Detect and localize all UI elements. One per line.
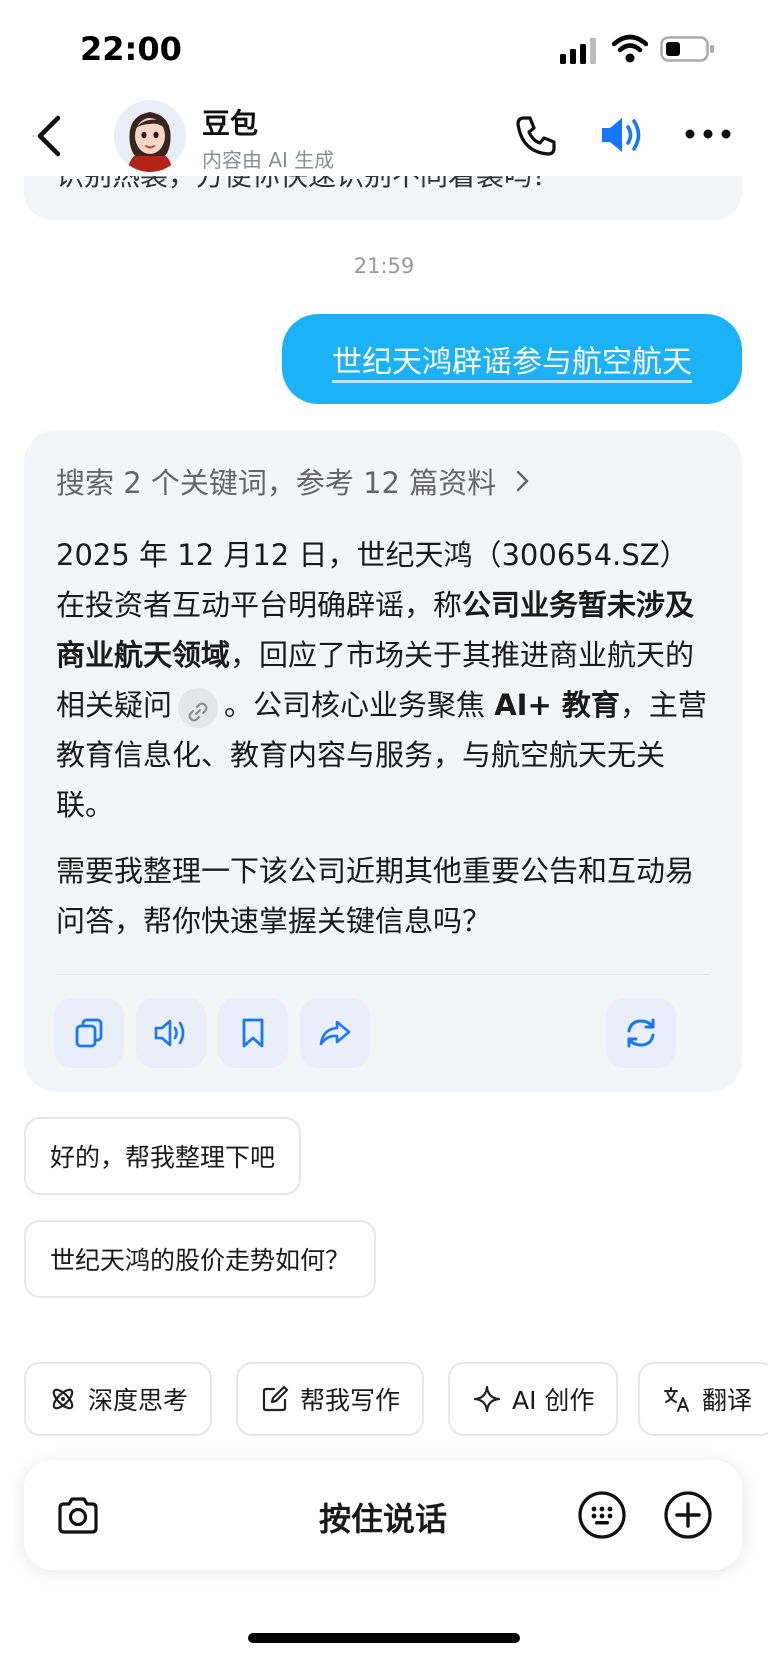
copy-icon	[75, 1018, 103, 1048]
citation-link-icon[interactable]	[178, 688, 219, 728]
reply-paragraph-2: 需要我整理一下该公司近期其他重要公告和互动易问答，帮你快速掌握关键信息吗？	[56, 854, 695, 938]
reply-text-segment: 。公司核心业务聚焦	[224, 688, 495, 722]
reply-bold-segment: AI+ 教育	[494, 688, 620, 722]
translate-icon	[664, 1387, 689, 1412]
ai-reply-card: 搜索 2 个关键词，参考 12 篇资料 2025 年 12 月12 日，世纪天鸿…	[24, 430, 742, 1092]
status-bar: 22:00	[0, 0, 768, 96]
chevron-right-icon	[517, 470, 529, 492]
bookmark-icon	[242, 1018, 264, 1048]
input-bar: 按住说话	[24, 1460, 742, 1570]
read-aloud-button[interactable]	[136, 998, 206, 1068]
ai-generated-notice: 内容由 AI 生成	[202, 148, 335, 172]
search-sources-link[interactable]: 搜索 2 个关键词，参考 12 篇资料	[56, 460, 531, 502]
avatar[interactable]	[114, 100, 186, 172]
regenerate-button[interactable]	[606, 998, 676, 1068]
suggestion-2[interactable]: 世纪天鸿的股价走势如何？	[24, 1220, 377, 1298]
user-message-bubble[interactable]: 世纪天鸿辟谣参与航空航天	[282, 314, 742, 404]
hold-to-talk-button[interactable]: 按住说话	[24, 1494, 742, 1540]
chip-label: 深度思考	[88, 1386, 189, 1415]
bookmark-button[interactable]	[218, 998, 288, 1068]
home-indicator[interactable]	[248, 1633, 520, 1643]
chip-label: 翻译	[702, 1386, 753, 1415]
status-time: 22:00	[80, 30, 182, 68]
user-message-text: 世纪天鸿辟谣参与航空航天	[332, 345, 692, 380]
add-icon[interactable]	[662, 1489, 714, 1541]
share-icon	[319, 1020, 351, 1046]
keyboard-icon[interactable]	[576, 1489, 628, 1541]
cellular-signal-icon	[560, 38, 596, 64]
reply-paragraph-1: 2025 年 12 月12 日，世纪天鸿（300654.SZ）在投资者互动平台明…	[56, 530, 716, 830]
back-icon[interactable]	[28, 110, 72, 162]
card-divider	[56, 974, 710, 975]
chat-title: 豆包	[202, 107, 259, 140]
battery-icon	[660, 36, 714, 62]
chip-label: AI 创作	[512, 1386, 595, 1415]
camera-icon[interactable]	[54, 1492, 102, 1540]
chat-header: 豆包 内容由 AI 生成	[0, 96, 768, 176]
sparkle-icon	[473, 1385, 501, 1413]
avatar-illustration-icon	[114, 100, 186, 172]
more-icon[interactable]	[684, 120, 732, 148]
chip-ai-create[interactable]: AI 创作	[448, 1362, 619, 1436]
share-button[interactable]	[300, 998, 370, 1068]
chip-help-write[interactable]: 帮我写作	[236, 1362, 425, 1436]
read-aloud-icon	[154, 1019, 185, 1047]
copy-button[interactable]	[54, 998, 124, 1068]
chip-translate[interactable]: 翻译	[638, 1362, 768, 1436]
feature-chips-row: 深度思考 帮我写作 AI 创作 翻译	[24, 1362, 768, 1438]
search-summary-text: 搜索 2 个关键词，参考 12 篇资料	[56, 466, 497, 500]
edit-icon	[262, 1385, 289, 1412]
speaker-icon[interactable]	[596, 110, 646, 160]
message-timestamp: 21:59	[353, 254, 415, 278]
atom-icon	[52, 1388, 74, 1410]
wifi-icon	[612, 34, 648, 63]
chip-deep-thinking[interactable]: 深度思考	[24, 1362, 213, 1436]
chip-label: 帮我写作	[300, 1386, 401, 1415]
suggestion-1[interactable]: 好的，帮我整理下吧	[24, 1117, 302, 1195]
phone-icon[interactable]	[512, 112, 560, 160]
regenerate-icon	[627, 1018, 655, 1048]
ai-reply-text: 2025 年 12 月12 日，世纪天鸿（300654.SZ）在投资者互动平台明…	[56, 530, 716, 962]
